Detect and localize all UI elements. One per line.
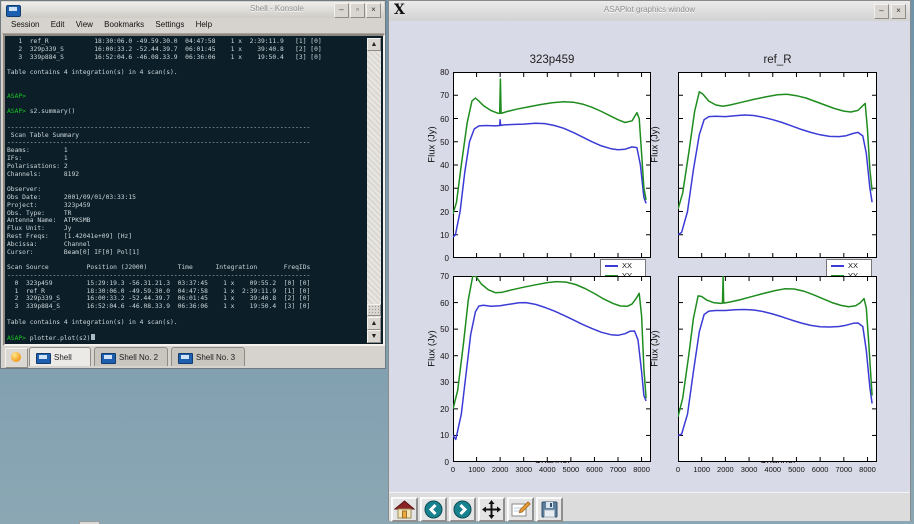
tab-shell[interactable]: Shell <box>29 347 91 366</box>
minimize-button[interactable]: – <box>874 4 889 19</box>
back-button[interactable] <box>420 497 447 522</box>
pan-button[interactable] <box>478 497 505 522</box>
plot-title: 323p459 <box>453 54 651 66</box>
forward-button[interactable] <box>449 497 476 522</box>
y-tick-label: 60 <box>427 115 449 124</box>
tab-label: Shell No. 2 <box>119 353 158 362</box>
tab-label: Shell No. 3 <box>196 353 235 362</box>
y-tick-label: 50 <box>427 325 449 334</box>
forward-icon <box>452 500 473 519</box>
tab-shell-no-3[interactable]: Shell No. 3 <box>171 347 245 366</box>
terminal-scrollbar[interactable]: ▲ ▲ ▼ <box>367 38 381 342</box>
terminal-output[interactable]: 1 ref_R 18:30:06.0 -49.59.30.0 04:47:58 … <box>7 38 355 342</box>
back-icon <box>423 500 444 519</box>
plot-titlebar[interactable]: X ASAPlot graphics window – × <box>389 1 910 22</box>
customize-icon <box>510 500 531 519</box>
terminal-window-title: Shell - Konsole <box>250 4 304 13</box>
y-tick-label: 20 <box>427 405 449 414</box>
new-session-icon <box>11 352 21 362</box>
y-tick-label: 10 <box>427 431 449 440</box>
terminal-tab-icon <box>101 353 116 364</box>
y-tick-label: 40 <box>427 161 449 170</box>
minimize-button[interactable]: – <box>334 3 349 18</box>
menu-item-edit[interactable]: Edit <box>51 18 65 29</box>
y-tick-label: 70 <box>427 91 449 100</box>
y-axis-label: Flux (Jy) <box>427 309 438 389</box>
y-tick-label: 0 <box>427 254 449 263</box>
home-icon <box>394 500 415 519</box>
y-tick-label: 40 <box>427 352 449 361</box>
x-tick-label: 8000 <box>853 465 883 474</box>
y-tick-label: 20 <box>427 208 449 217</box>
scroll-up-icon[interactable]: ▲ <box>367 38 381 51</box>
y-axis-label: Flux (Jy) <box>650 309 661 389</box>
plot-area <box>678 72 877 258</box>
konsole-icon <box>6 5 21 17</box>
legend-label: XX <box>848 261 858 270</box>
plot-window-title: ASAPlot graphics window <box>389 5 910 14</box>
terminal-frame: 1 ref_R 18:30:06.0 -49.59.30.0 04:47:58 … <box>3 34 385 346</box>
close-button[interactable]: × <box>891 4 906 19</box>
new-session-button[interactable] <box>5 348 28 368</box>
terminal-tabbar: Shell Shell No. 2 Shell No. 3 <box>2 347 384 367</box>
plot-area <box>453 276 651 462</box>
plot-title: ref_R <box>678 54 877 66</box>
plot-area <box>453 72 651 258</box>
pan-icon <box>481 500 502 519</box>
scroll-down-icon[interactable]: ▼ <box>367 330 381 343</box>
menu-item-view[interactable]: View <box>76 18 93 29</box>
legend-label: XX <box>622 261 632 270</box>
y-tick-label: 80 <box>427 68 449 77</box>
scrollbar-thumb[interactable] <box>367 304 381 316</box>
y-tick-label: 50 <box>427 138 449 147</box>
menu-item-help[interactable]: Help <box>196 18 212 29</box>
terminal-window: Shell - Konsole – ▫ × Session Edit View … <box>0 0 386 369</box>
desktop: Shell - Konsole – ▫ × Session Edit View … <box>0 0 914 524</box>
maximize-button[interactable]: ▫ <box>350 3 365 18</box>
tab-shell-no-2[interactable]: Shell No. 2 <box>94 347 168 366</box>
plot-toolbar <box>389 492 910 521</box>
y-axis-label: Flux (Jy) <box>650 105 661 185</box>
x-tick-label: 8000 <box>627 465 657 474</box>
customize-button[interactable] <box>507 497 534 522</box>
scroll-up-icon[interactable]: ▲ <box>367 317 381 330</box>
terminal-tab-icon <box>36 353 51 364</box>
menu-item-settings[interactable]: Settings <box>155 18 184 29</box>
y-tick-label: 70 <box>427 272 449 281</box>
tab-label: Shell <box>54 353 72 362</box>
figure-canvas[interactable]: 323p459 ref_R 329p339_S 339p884_S Channe… <box>389 21 910 492</box>
menu-item-session[interactable]: Session <box>11 18 39 29</box>
close-button[interactable]: × <box>366 3 381 18</box>
plot-window: X ASAPlot graphics window – × 323p459 re… <box>388 0 911 521</box>
save-icon <box>539 500 560 519</box>
y-tick-label: 30 <box>427 184 449 193</box>
plot-area <box>678 276 877 462</box>
terminal-menubar: Session Edit View Bookmarks Settings Hel… <box>2 18 384 34</box>
terminal-tab-icon <box>178 353 193 364</box>
save-button[interactable] <box>536 497 563 522</box>
y-tick-label: 10 <box>427 231 449 240</box>
y-tick-label: 60 <box>427 299 449 308</box>
menu-item-bookmarks[interactable]: Bookmarks <box>104 18 144 29</box>
home-button[interactable] <box>391 497 418 522</box>
terminal-titlebar[interactable]: Shell - Konsole – ▫ × <box>2 2 384 19</box>
y-tick-label: 30 <box>427 378 449 387</box>
